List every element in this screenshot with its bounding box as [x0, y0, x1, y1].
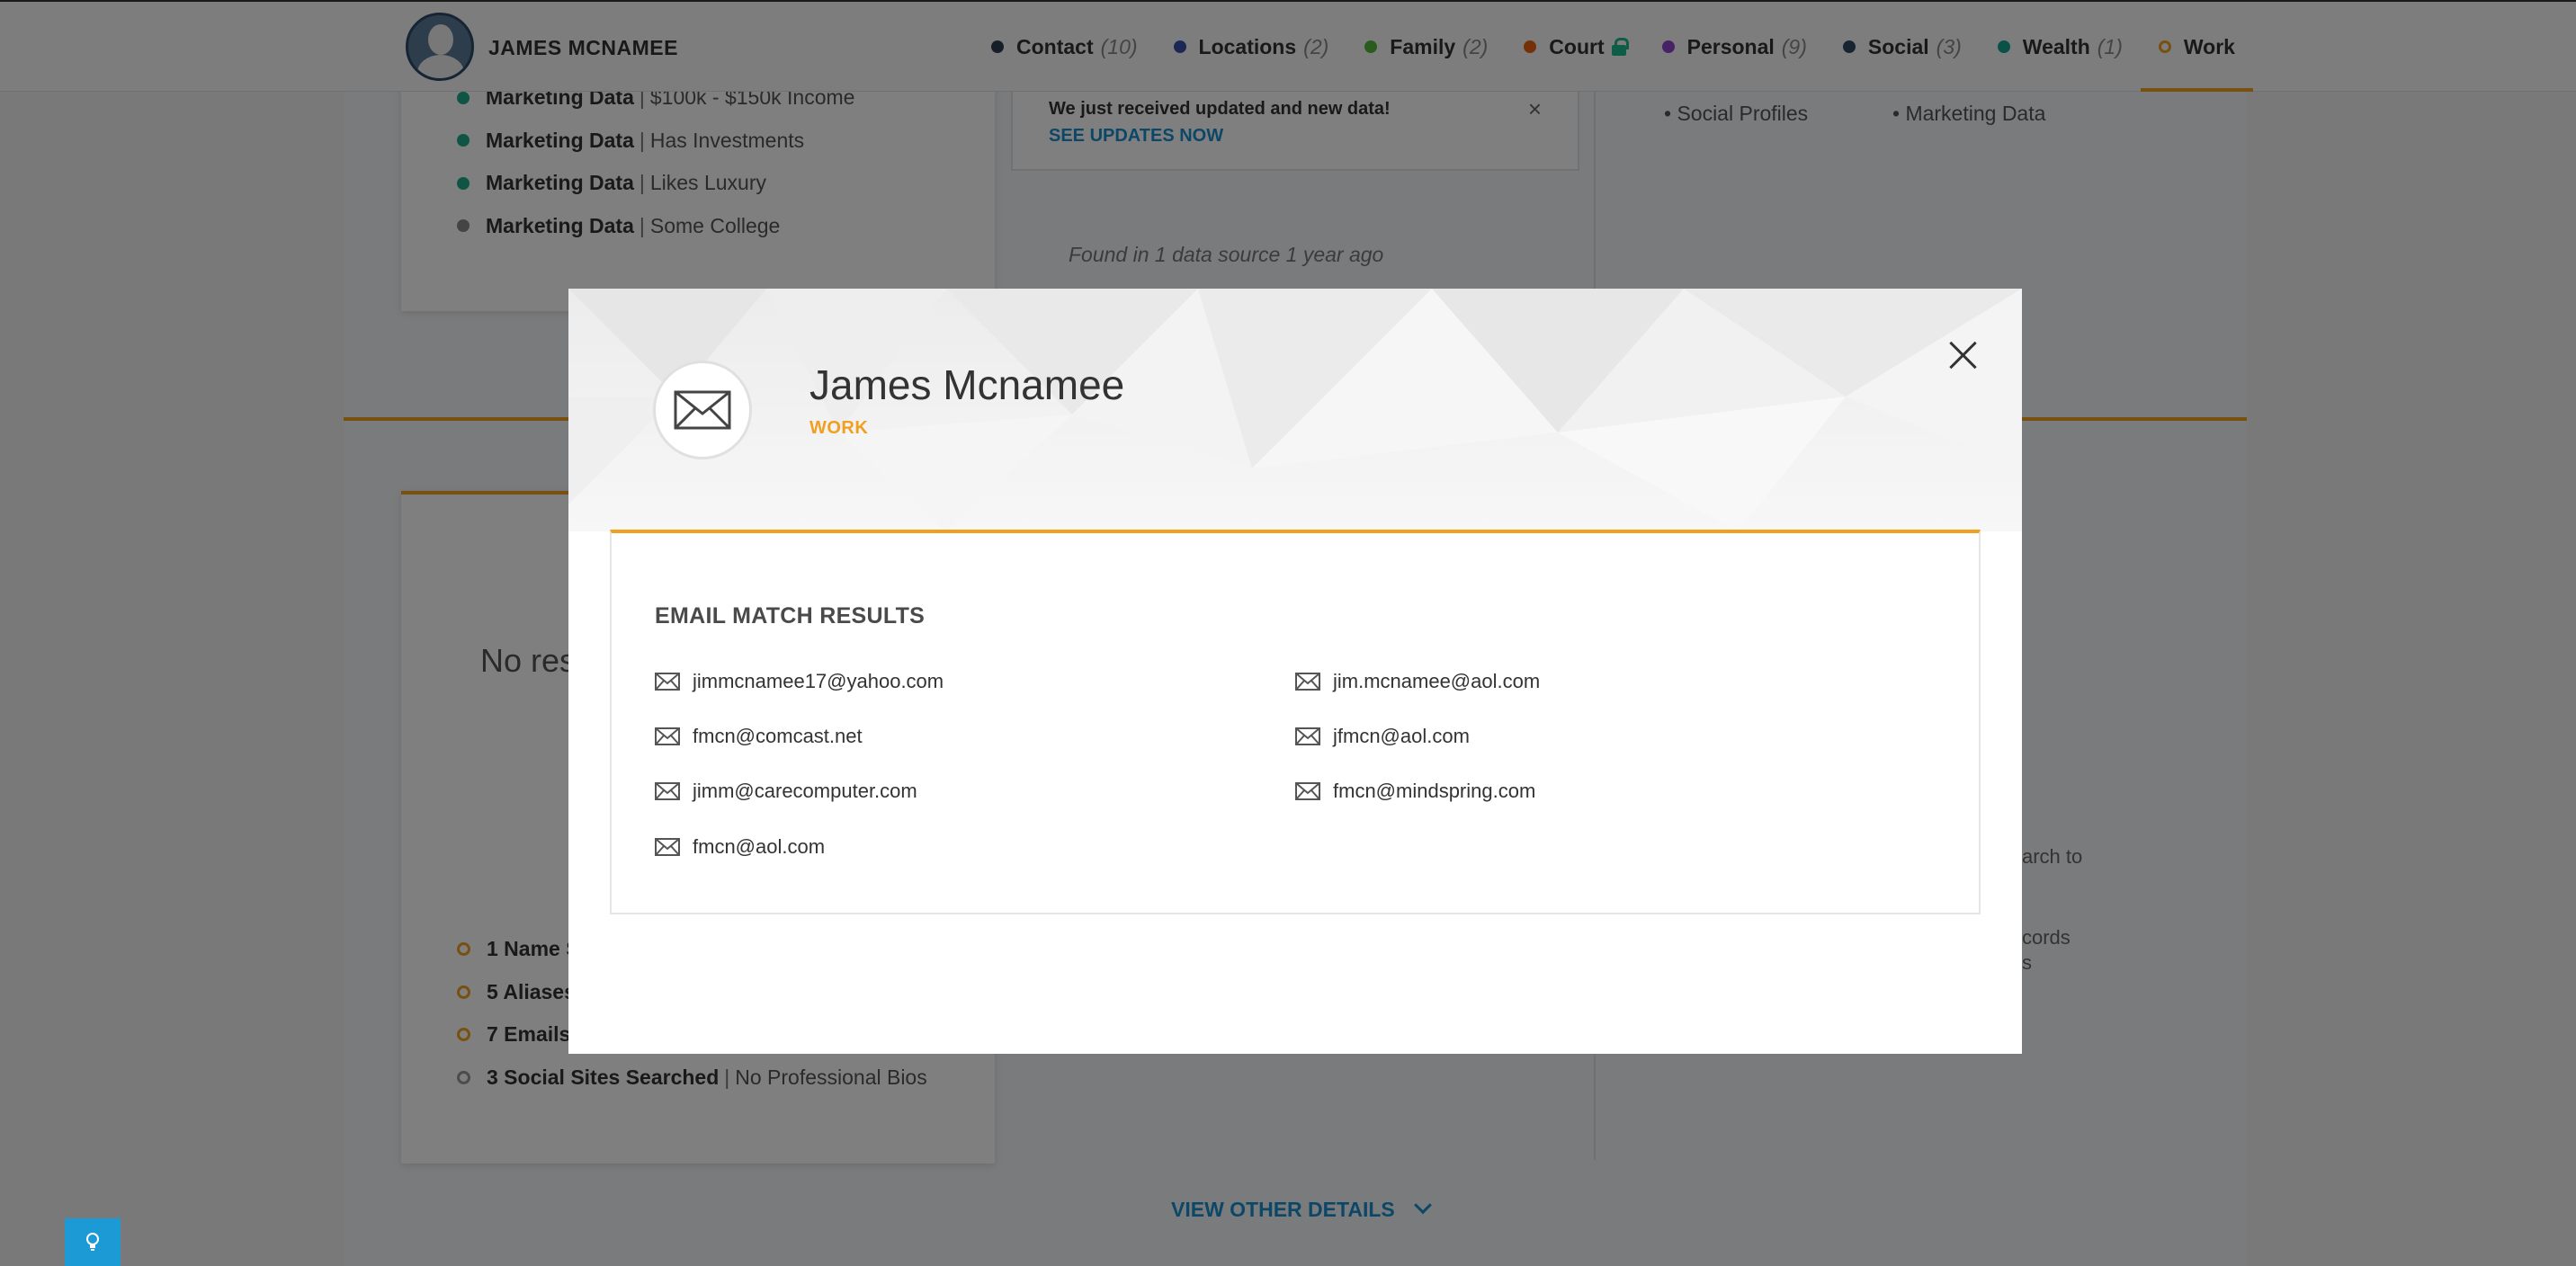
modal-header: James Mcnamee WORK: [568, 289, 2022, 531]
envelope-icon: [655, 782, 680, 800]
email-item: fmcn@mindspring.com: [1295, 780, 1535, 803]
help-button[interactable]: [65, 1218, 121, 1266]
email-item: jfmcn@aol.com: [1295, 725, 1470, 748]
section-title: EMAIL MATCH RESULTS: [655, 603, 926, 629]
email-item: jim.mcnamee@aol.com: [1295, 670, 1540, 693]
email-item: fmcn@comcast.net: [655, 725, 863, 748]
email-item: jimmcnamee17@yahoo.com: [655, 670, 944, 693]
envelope-icon: [1295, 782, 1320, 800]
work-modal: James Mcnamee WORK EMAIL MATCH RESULTS j…: [568, 289, 2022, 1054]
polygon-pattern: [568, 289, 2022, 531]
modal-person-name: James Mcnamee: [809, 361, 1125, 408]
email-item: fmcn@aol.com: [655, 835, 825, 859]
modal-category-tag: WORK: [809, 418, 869, 438]
lightbulb-icon: [86, 1232, 99, 1251]
envelope-icon: [1295, 727, 1320, 745]
email-item: jimm@carecomputer.com: [655, 780, 917, 803]
email-results-panel: EMAIL MATCH RESULTS jimmcnamee17@yahoo.c…: [610, 530, 1981, 914]
envelope-icon: [653, 361, 752, 459]
envelope-icon: [655, 673, 680, 691]
close-icon[interactable]: [1943, 335, 1982, 375]
envelope-icon: [1295, 673, 1320, 691]
envelope-icon: [655, 727, 680, 745]
envelope-icon: [655, 838, 680, 856]
divider: [655, 913, 1936, 914]
